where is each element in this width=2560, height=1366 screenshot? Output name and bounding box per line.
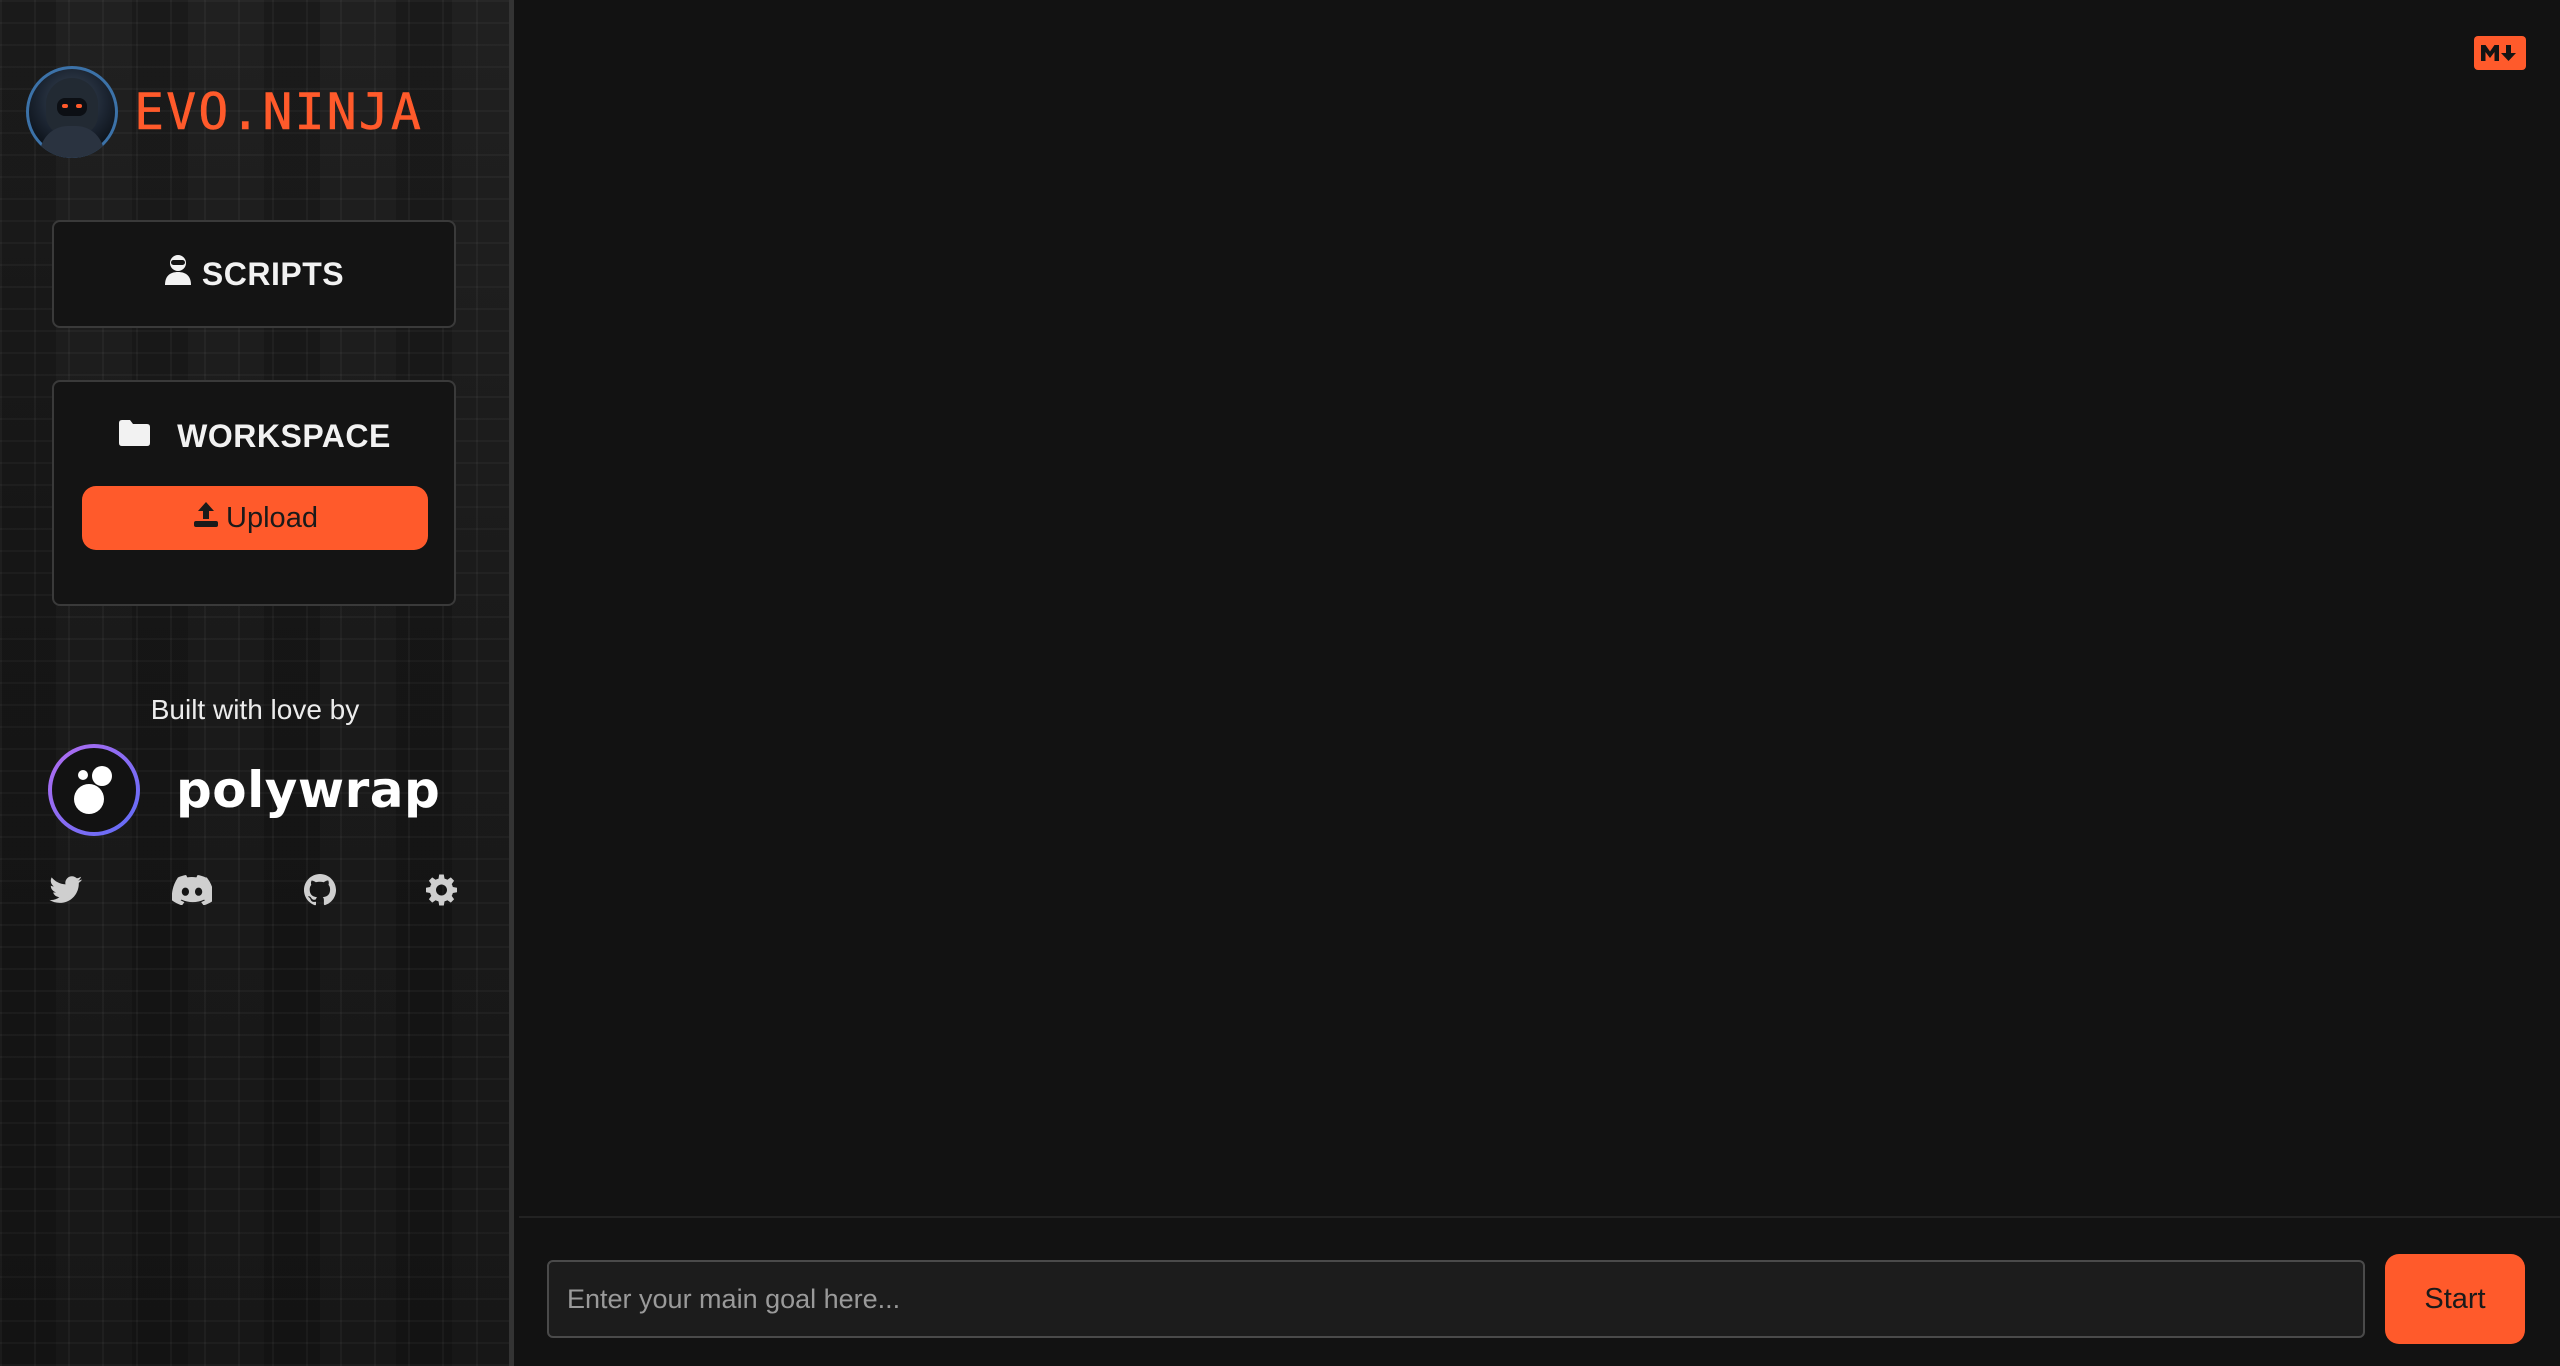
scripts-button[interactable]: SCRIPTS — [52, 220, 456, 328]
start-button[interactable]: Start — [2385, 1254, 2525, 1344]
polywrap-name: polywrap — [176, 761, 441, 819]
goal-input[interactable] — [547, 1260, 2365, 1338]
discord-icon[interactable] — [172, 870, 212, 910]
gear-icon[interactable] — [422, 870, 462, 910]
upload-label: Upload — [226, 501, 318, 534]
folder-icon — [117, 418, 177, 455]
scripts-title: SCRIPTS — [164, 254, 344, 294]
main-panel: Start — [519, 0, 2560, 1366]
workspace-label: WORKSPACE — [177, 418, 391, 454]
polywrap-link[interactable]: polywrap — [48, 744, 440, 836]
twitter-icon[interactable] — [46, 870, 86, 910]
built-with-love-text: Built with love by — [150, 694, 360, 725]
sidebar: EVO.NINJA SCRIPTS WORKSPACE Upload Built… — [0, 0, 514, 1366]
scripts-label: SCRIPTS — [201, 255, 345, 292]
brand[interactable]: EVO.NINJA — [26, 66, 423, 158]
user-ninja-icon — [164, 254, 202, 294]
github-icon[interactable] — [300, 870, 340, 910]
workspace-panel: WORKSPACE Upload — [52, 380, 456, 606]
brand-name: EVO.NINJA — [134, 83, 423, 141]
social-links — [0, 870, 510, 910]
ninja-avatar-icon — [26, 66, 118, 158]
workspace-title: WORKSPACE — [54, 418, 454, 455]
upload-button[interactable]: Upload — [82, 486, 428, 550]
markdown-icon[interactable] — [2474, 36, 2526, 70]
polywrap-logo-icon — [48, 744, 140, 836]
footer-divider — [519, 1216, 2560, 1218]
upload-icon — [192, 500, 226, 536]
